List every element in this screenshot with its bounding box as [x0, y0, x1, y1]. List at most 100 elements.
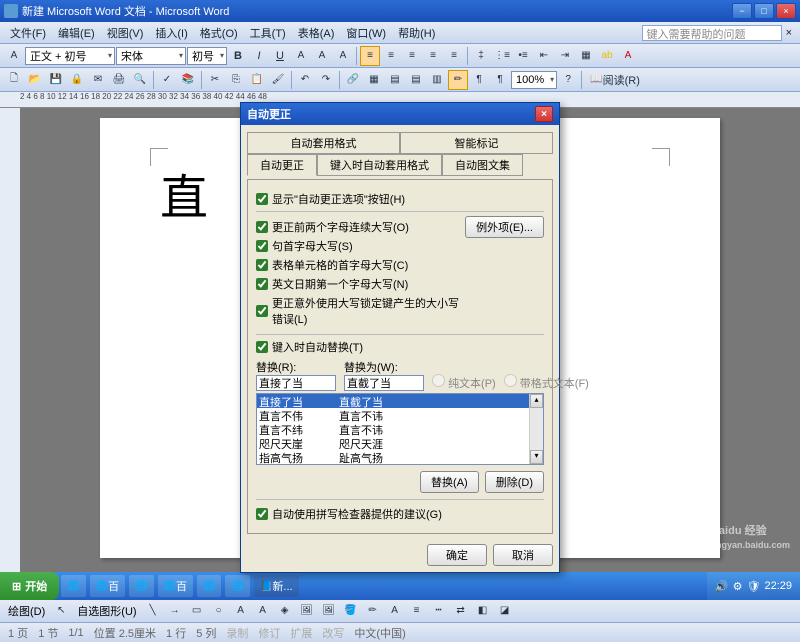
close-button[interactable]: ×: [776, 3, 796, 19]
list-row[interactable]: 直言不伟直言不讳: [257, 408, 543, 422]
chk-capslock[interactable]: [256, 305, 268, 317]
system-tray[interactable]: 🔊 ⚙ 🛡 22:29: [707, 572, 800, 600]
open-button[interactable]: 📂: [25, 70, 45, 90]
print-button[interactable]: 🖨: [109, 70, 129, 90]
autoshapes-menu[interactable]: 自选图形(U): [73, 603, 140, 619]
menu-window[interactable]: 窗口(W): [340, 23, 392, 43]
hyperlink-button[interactable]: 🔗: [343, 70, 363, 90]
tab-smarttags[interactable]: 智能标记: [400, 132, 553, 154]
taskbar-item[interactable]: 🌐: [61, 575, 85, 597]
status-language[interactable]: 中文(中国): [354, 625, 405, 641]
mail-button[interactable]: ✉: [88, 70, 108, 90]
exceptions-button[interactable]: 例外项(E)...: [465, 216, 544, 238]
paste-button[interactable]: 📋: [247, 70, 267, 90]
chk-replace-typing[interactable]: [256, 341, 268, 353]
redo-button[interactable]: ↷: [316, 70, 336, 90]
clipart-button[interactable]: 🖼: [297, 601, 317, 621]
dialog-titlebar[interactable]: 自动更正 ×: [241, 103, 559, 125]
rectangle-button[interactable]: ▭: [187, 601, 207, 621]
list-row[interactable]: 直言不纬直言不讳: [257, 422, 543, 436]
help-button[interactable]: ?: [558, 70, 578, 90]
menu-help[interactable]: 帮助(H): [392, 23, 641, 43]
taskbar-item[interactable]: 🌐 百: [90, 575, 125, 597]
taskbar-item-active[interactable]: 📘 新...: [254, 575, 299, 597]
picture-button[interactable]: 🖼: [319, 601, 339, 621]
italic-button[interactable]: I: [249, 46, 269, 66]
line-style-button[interactable]: ≡: [407, 601, 427, 621]
scroll-down-button[interactable]: ▾: [530, 450, 543, 464]
menu-format[interactable]: 格式(O): [194, 23, 244, 43]
minimize-button[interactable]: −: [732, 3, 752, 19]
vertical-ruler[interactable]: [0, 108, 20, 584]
menu-view[interactable]: 视图(V): [101, 23, 150, 43]
align-justify-button[interactable]: ≡: [423, 46, 443, 66]
save-button[interactable]: 💾: [46, 70, 66, 90]
font-grow-button[interactable]: A: [333, 46, 353, 66]
taskbar-item[interactable]: 🌐 百: [158, 575, 193, 597]
char-border-button[interactable]: A: [291, 46, 311, 66]
replace-input[interactable]: [256, 375, 336, 391]
tray-icon[interactable]: 🔊: [715, 580, 729, 593]
draw-menu[interactable]: 绘图(D): [4, 603, 49, 619]
menu-file[interactable]: 文件(F): [4, 23, 52, 43]
wordart-button[interactable]: A: [253, 601, 273, 621]
align-left-button[interactable]: ≡: [360, 46, 380, 66]
cut-button[interactable]: ✂: [205, 70, 225, 90]
style-combo[interactable]: 正文 + 初号: [25, 47, 115, 65]
list-scrollbar[interactable]: ▴ ▾: [529, 394, 543, 464]
tab-autocorrect[interactable]: 自动更正: [247, 154, 317, 176]
new-doc-button[interactable]: 🗋: [4, 70, 24, 90]
font-color-draw-button[interactable]: A: [385, 601, 405, 621]
permissions-button[interactable]: 🔒: [67, 70, 87, 90]
table-border-button[interactable]: ▦: [364, 70, 384, 90]
show-marks-button[interactable]: ¶: [490, 70, 510, 90]
menu-edit[interactable]: 编辑(E): [52, 23, 101, 43]
align-right-button[interactable]: ≡: [402, 46, 422, 66]
cancel-button[interactable]: 取消: [493, 544, 553, 566]
tab-autoformat-typing[interactable]: 键入时自动套用格式: [317, 154, 442, 176]
chk-two-caps[interactable]: [256, 221, 268, 233]
tray-icon[interactable]: 🛡: [747, 580, 761, 593]
numbering-button[interactable]: ⋮≡: [492, 46, 512, 66]
outdent-button[interactable]: ⇤: [534, 46, 554, 66]
chk-table-cap[interactable]: [256, 259, 268, 271]
research-button[interactable]: 📚: [178, 70, 198, 90]
taskbar-item[interactable]: 🌐: [197, 575, 221, 597]
start-button[interactable]: ⊞开始: [0, 572, 59, 600]
chk-show-options[interactable]: [256, 193, 268, 205]
indent-button[interactable]: ⇥: [555, 46, 575, 66]
line-button[interactable]: ╲: [143, 601, 163, 621]
tab-autoformat[interactable]: 自动套用格式: [247, 132, 400, 154]
menu-tools[interactable]: 工具(T): [244, 23, 292, 43]
maximize-button[interactable]: □: [754, 3, 774, 19]
fill-color-button[interactable]: 🪣: [341, 601, 361, 621]
replace-do-button[interactable]: 替换(A): [420, 471, 479, 493]
shadow-button[interactable]: ◧: [473, 601, 493, 621]
font-color-button[interactable]: A: [618, 46, 638, 66]
with-input[interactable]: [344, 375, 424, 391]
menu-insert[interactable]: 插入(I): [149, 23, 193, 43]
status-ext[interactable]: 扩展: [290, 625, 312, 641]
diagram-button[interactable]: ◈: [275, 601, 295, 621]
autocorrect-list[interactable]: 直接了当直截了当直言不伟直言不讳直言不纬直言不讳咫尺天崖咫尺天涯指高气扬趾高气扬…: [256, 393, 544, 465]
dialog-close-button[interactable]: ×: [535, 106, 553, 122]
chk-days-cap[interactable]: [256, 278, 268, 290]
char-shading-button[interactable]: A: [312, 46, 332, 66]
excel-button[interactable]: ▤: [406, 70, 426, 90]
status-ovr[interactable]: 改写: [322, 625, 344, 641]
distribute-button[interactable]: ≡: [444, 46, 464, 66]
border-button[interactable]: ▦: [576, 46, 596, 66]
list-row[interactable]: 直接了当直截了当: [257, 394, 543, 408]
undo-button[interactable]: ↶: [295, 70, 315, 90]
size-combo[interactable]: 初号: [187, 47, 227, 65]
underline-button[interactable]: U: [270, 46, 290, 66]
help-search-input[interactable]: 键入需要帮助的问题: [642, 25, 782, 41]
insert-table-button[interactable]: ▤: [385, 70, 405, 90]
status-rev[interactable]: 修订: [258, 625, 280, 641]
scroll-up-button[interactable]: ▴: [530, 394, 543, 408]
columns-button[interactable]: ▥: [427, 70, 447, 90]
docmap-button[interactable]: ¶: [469, 70, 489, 90]
textbox-button[interactable]: A: [231, 601, 251, 621]
select-objects-button[interactable]: ↖: [51, 601, 71, 621]
copy-button[interactable]: ⎘: [226, 70, 246, 90]
